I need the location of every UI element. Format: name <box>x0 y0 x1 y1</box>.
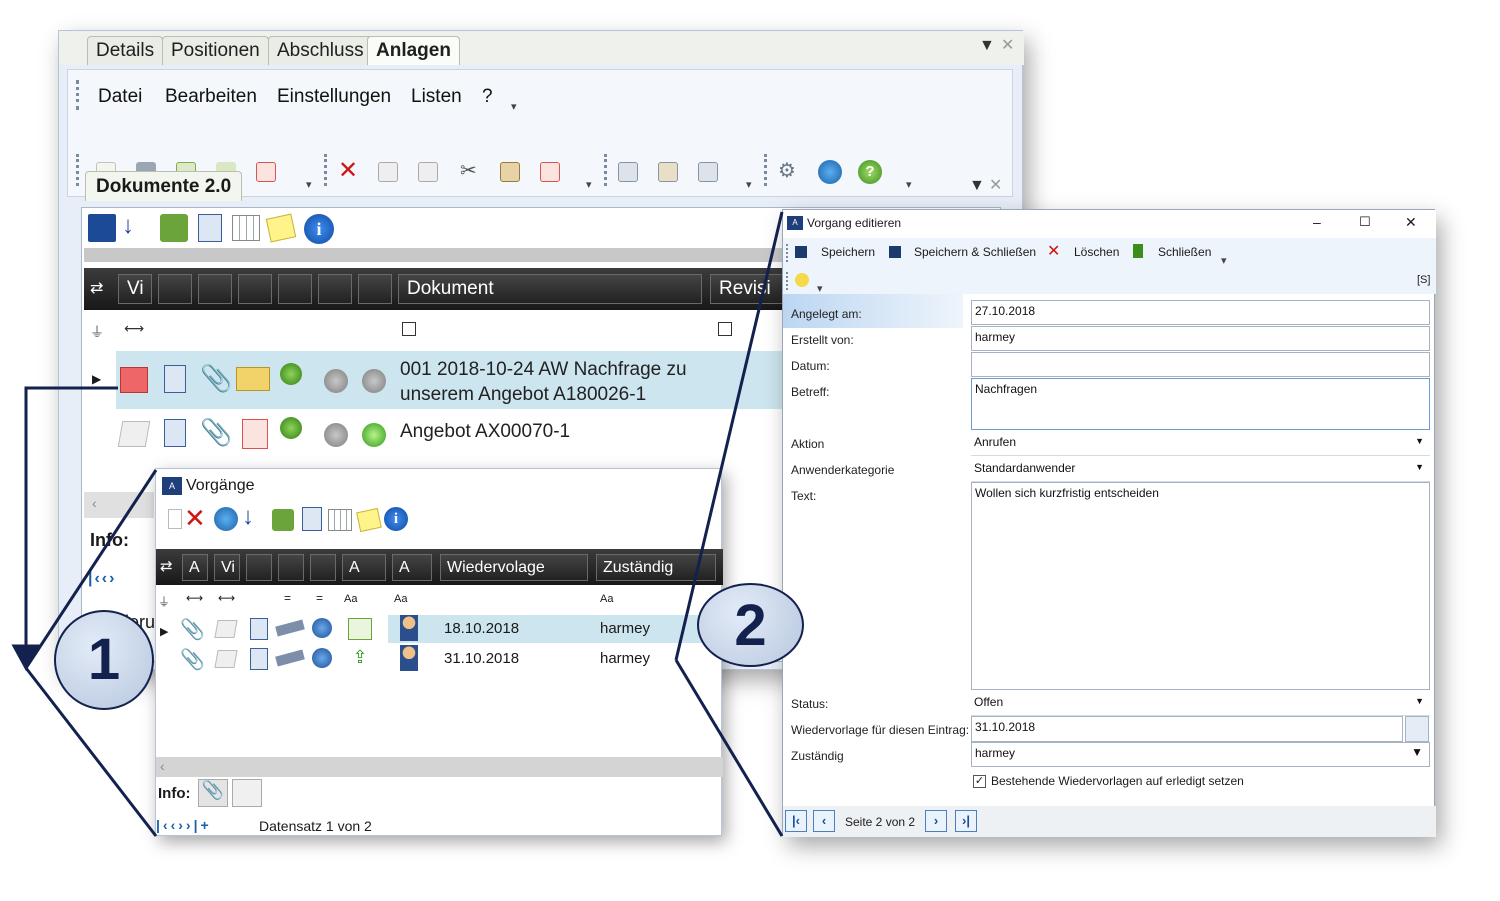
connector-2-bottom <box>674 659 784 837</box>
callout-1-badge: 1 <box>54 610 154 710</box>
callout-connectors <box>11 211 784 837</box>
callout-2-badge: 2 <box>697 583 804 667</box>
